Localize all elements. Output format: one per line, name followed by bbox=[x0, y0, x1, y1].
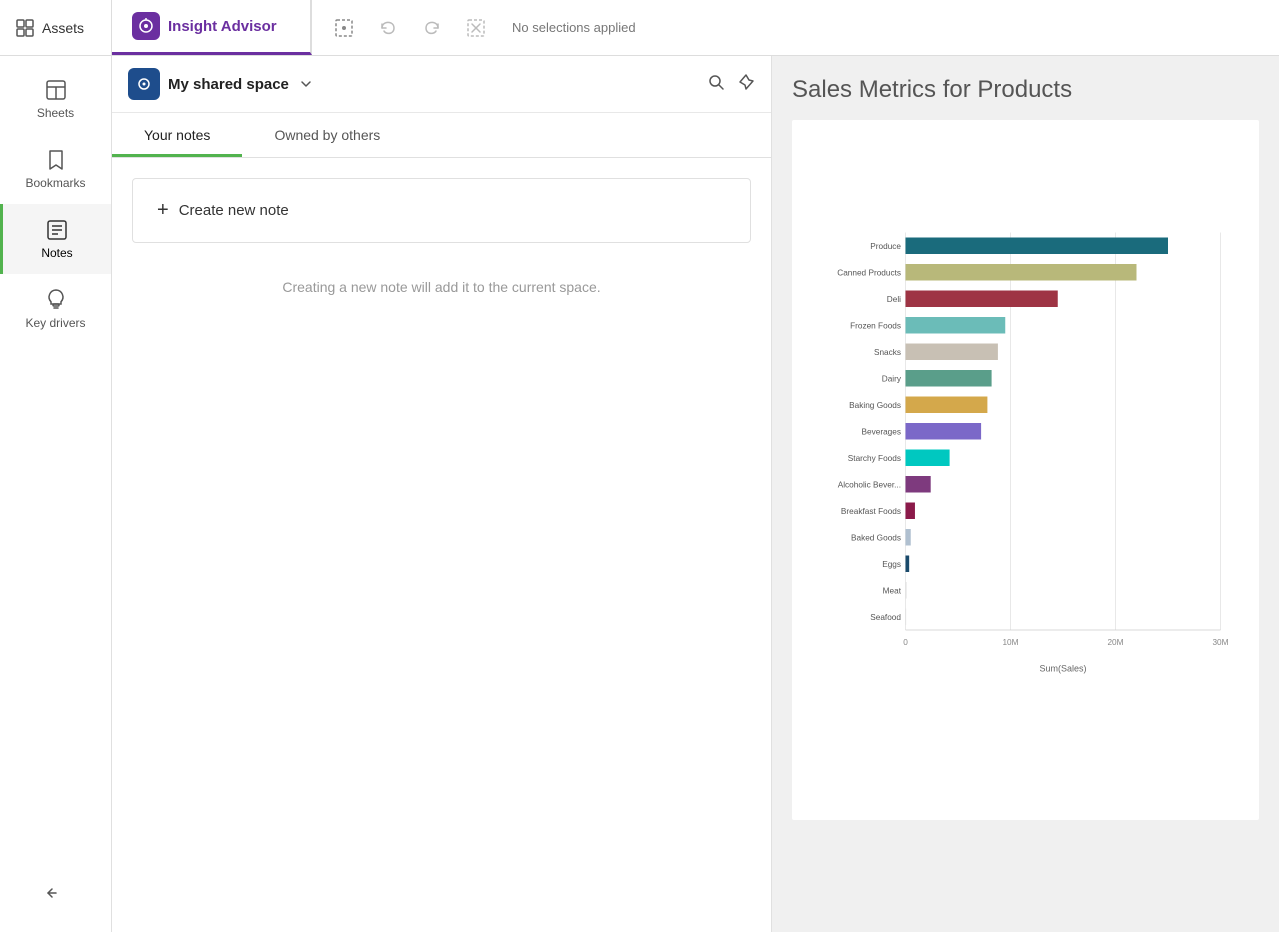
pin-button[interactable] bbox=[737, 73, 755, 96]
svg-text:Produce: Produce bbox=[870, 242, 901, 251]
sidebar-item-bookmarks[interactable]: Bookmarks bbox=[0, 134, 111, 204]
bar-chart: 0 10M 20M 30M Produce Canned Products Deli Froz… bbox=[808, 140, 1243, 760]
topbar: Assets Insight Advisor bbox=[0, 0, 1279, 56]
undo-button[interactable] bbox=[372, 12, 404, 44]
svg-text:Alcoholic Bever...: Alcoholic Bever... bbox=[838, 480, 901, 489]
sheets-label: Sheets bbox=[37, 106, 74, 120]
collapse-icon bbox=[46, 883, 66, 903]
sidebar-item-sheets[interactable]: Sheets bbox=[0, 64, 111, 134]
collapse-sidebar-button[interactable] bbox=[38, 875, 74, 916]
tabs: Your notes Owned by others bbox=[112, 113, 771, 158]
create-note-label: Create new note bbox=[179, 202, 289, 219]
svg-text:Breakfast Foods: Breakfast Foods bbox=[841, 507, 901, 516]
tab-owned-by-others[interactable]: Owned by others bbox=[242, 113, 412, 157]
chart-title: Sales Metrics for Products bbox=[792, 76, 1259, 104]
chart-area: Sales Metrics for Products 0 10M 20M 30M Pro… bbox=[772, 56, 1279, 932]
svg-text:Deli: Deli bbox=[887, 295, 901, 304]
space-icon bbox=[128, 68, 160, 100]
insight-advisor-button[interactable]: Insight Advisor bbox=[112, 0, 312, 55]
no-selection-text: No selections applied bbox=[504, 20, 636, 35]
clear-selections-button[interactable] bbox=[460, 12, 492, 44]
main-content: Sheets Bookmarks Notes Key drivers bbox=[0, 56, 1279, 932]
svg-text:Seafood: Seafood bbox=[870, 613, 901, 622]
svg-text:Frozen Foods: Frozen Foods bbox=[850, 321, 901, 330]
bookmarks-label: Bookmarks bbox=[25, 176, 85, 190]
assets-label: Assets bbox=[42, 20, 84, 36]
insight-advisor-label: Insight Advisor bbox=[168, 18, 277, 35]
svg-text:Snacks: Snacks bbox=[874, 348, 901, 357]
redo-button[interactable] bbox=[416, 12, 448, 44]
insight-icon bbox=[132, 12, 160, 40]
search-button[interactable] bbox=[707, 73, 725, 96]
svg-text:Starchy Foods: Starchy Foods bbox=[848, 454, 901, 463]
toolbar-icons: No selections applied bbox=[312, 12, 652, 44]
sidebar-bottom bbox=[0, 875, 111, 916]
panel-hint-text: Creating a new note will add it to the c… bbox=[112, 263, 771, 311]
icon-sidebar: Sheets Bookmarks Notes Key drivers bbox=[0, 56, 112, 932]
notes-icon bbox=[45, 218, 69, 242]
panel-header: My shared space bbox=[112, 56, 771, 113]
svg-text:10M: 10M bbox=[1002, 638, 1018, 647]
sheets-icon bbox=[44, 78, 68, 102]
panel-header-actions bbox=[707, 73, 755, 96]
grid-icon bbox=[16, 19, 34, 37]
sidebar-item-notes[interactable]: Notes bbox=[0, 204, 111, 274]
svg-text:Canned Products: Canned Products bbox=[837, 268, 901, 277]
sidebar-item-key-drivers[interactable]: Key drivers bbox=[0, 274, 111, 344]
lightbulb-icon bbox=[44, 288, 68, 312]
notes-label: Notes bbox=[41, 246, 72, 260]
plus-icon: + bbox=[157, 199, 169, 222]
key-drivers-label: Key drivers bbox=[25, 316, 85, 330]
notes-panel: My shared space Yo bbox=[112, 56, 772, 932]
tab-your-notes[interactable]: Your notes bbox=[112, 113, 242, 157]
selection-tool-button[interactable] bbox=[328, 12, 360, 44]
svg-text:Dairy: Dairy bbox=[882, 374, 902, 383]
svg-text:Baked Goods: Baked Goods bbox=[851, 533, 901, 542]
svg-text:Eggs: Eggs bbox=[882, 560, 901, 569]
chart-container: 0 10M 20M 30M Produce Canned Products Deli Froz… bbox=[792, 120, 1259, 820]
svg-text:Baking Goods: Baking Goods bbox=[849, 401, 901, 410]
assets-button[interactable]: Assets bbox=[0, 0, 112, 55]
svg-text:Meat: Meat bbox=[883, 586, 902, 595]
svg-text:30M: 30M bbox=[1212, 638, 1228, 647]
svg-text:Sum(Sales): Sum(Sales) bbox=[1039, 663, 1086, 673]
dropdown-chevron-icon[interactable] bbox=[297, 75, 315, 93]
svg-text:Beverages: Beverages bbox=[862, 427, 901, 436]
bookmark-icon bbox=[44, 148, 68, 172]
svg-text:0: 0 bbox=[903, 638, 908, 647]
create-note-button[interactable]: + Create new note bbox=[132, 178, 751, 243]
space-name: My shared space bbox=[168, 76, 289, 93]
svg-text:20M: 20M bbox=[1107, 638, 1123, 647]
